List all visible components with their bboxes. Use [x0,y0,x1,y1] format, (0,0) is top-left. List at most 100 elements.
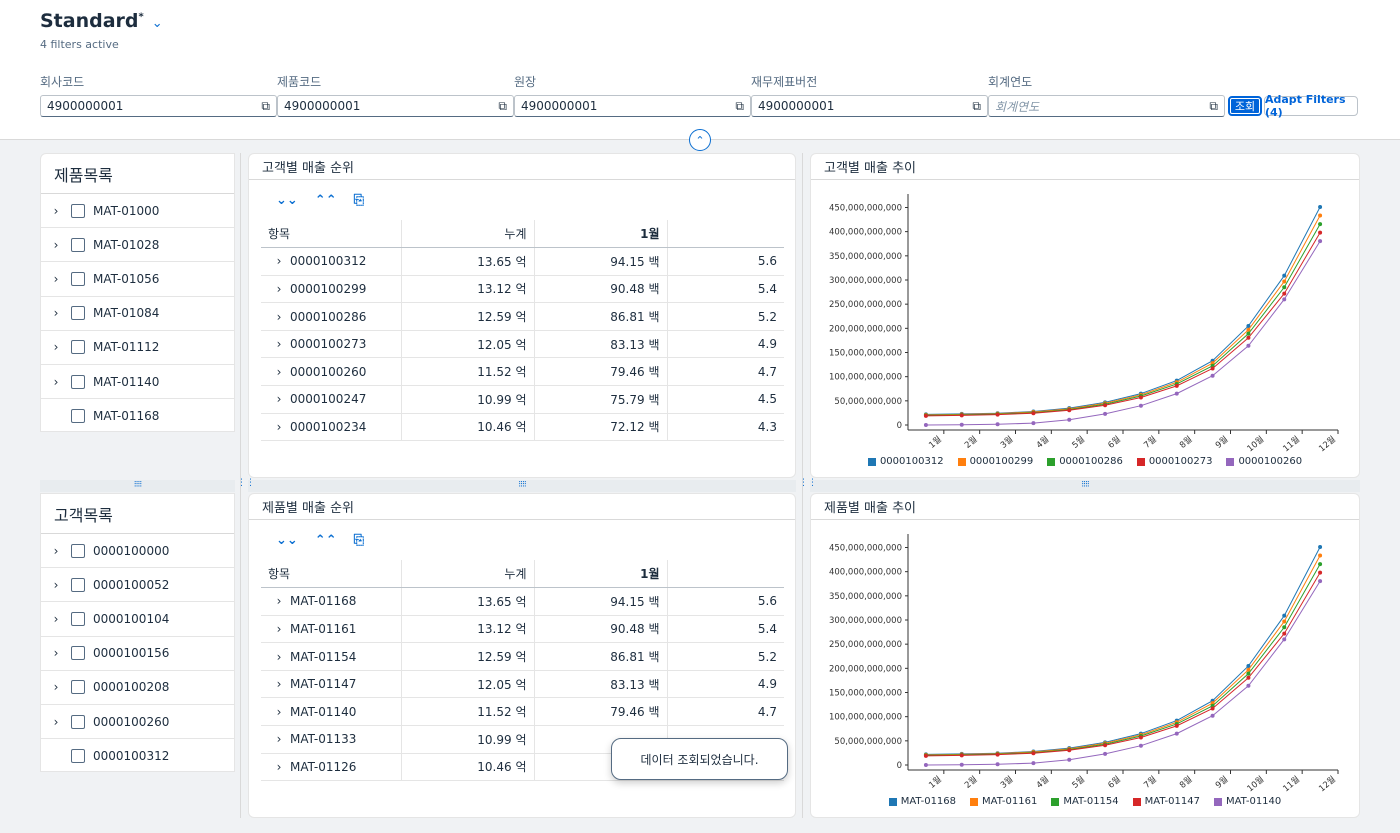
legend-item[interactable]: MAT-01147 [1132,796,1200,807]
table-row[interactable]: › MAT-01147 12.05 억 83.13 백 4.9 [261,670,784,699]
chevron-right-icon[interactable]: › [41,272,71,286]
chevron-right-icon[interactable]: › [268,677,290,691]
table-row[interactable]: › 0000100273 12.05 억 83.13 백 4.9 [261,330,784,359]
splitter-bar[interactable]: ⁝⁝⁝⁝ [40,480,235,492]
chevron-right-icon[interactable]: › [268,705,290,719]
chevron-right-icon[interactable]: › [41,306,71,320]
adapt-filters-button[interactable]: Adapt Filters (4) [1264,93,1358,119]
table-row[interactable]: › 0000100247 10.99 억 75.79 백 4.5 [261,385,784,414]
checkbox[interactable] [71,611,85,626]
legend-item[interactable]: MAT-01140 [1213,796,1281,807]
legend-item[interactable]: 0000100312 [867,456,944,467]
chevron-right-icon[interactable]: › [268,760,290,774]
chevron-right-icon[interactable]: › [268,650,290,664]
collapse-all-icon[interactable]: ⌃⌃ [315,533,337,548]
chevron-right-icon[interactable]: › [268,254,290,268]
chevron-right-icon[interactable]: › [41,238,71,252]
tree-item[interactable]: › MAT-01000 [41,194,234,229]
chevron-right-icon[interactable]: › [41,578,71,592]
chevron-right-icon[interactable]: › [41,715,71,729]
collapse-header-button[interactable]: ⌃ [689,129,711,151]
chevron-right-icon[interactable]: › [268,392,290,406]
fiscal-year-input[interactable]: 회계연도 ⧉ [988,95,1225,117]
checkbox[interactable] [71,408,85,423]
chevron-right-icon[interactable]: › [41,646,71,660]
tree-item[interactable]: › MAT-01056 [41,262,234,297]
legend-item[interactable]: 0000100299 [957,456,1033,467]
tree-item[interactable]: 0000100312 [41,739,234,771]
tree-item[interactable]: › 0000100156 [41,637,234,671]
chevron-right-icon[interactable]: › [268,622,290,636]
checkbox[interactable] [71,306,85,321]
value-help-icon[interactable]: ⧉ [261,99,270,114]
chevron-right-icon[interactable]: › [41,680,71,694]
export-icon[interactable]: ⎘ [354,193,364,208]
ledger-input[interactable]: 4900000001 ⧉ [514,95,751,117]
tree-item[interactable]: › MAT-01084 [41,297,234,331]
column-header-total[interactable]: 누계 [401,560,535,589]
table-row[interactable]: › 0000100260 11.52 억 79.46 백 4.7 [261,357,784,387]
legend-item[interactable]: 0000100260 [1226,456,1302,467]
company-code-input[interactable]: 4900000001 ⧉ [40,95,277,117]
legend-item[interactable]: 0000100286 [1047,456,1123,467]
table-row[interactable]: › MAT-01140 11.52 억 79.46 백 4.7 [261,697,784,727]
tree-item[interactable]: › 0000100104 [41,602,234,637]
column-header-month[interactable] [667,220,784,249]
value-help-icon[interactable]: ⧉ [1209,99,1218,114]
variant-title[interactable]: Standard* [40,10,144,32]
column-header-item[interactable]: 항목 [261,220,402,249]
checkbox[interactable] [71,680,85,695]
table-row[interactable]: › 0000100299 13.12 억 90.48 백 5.4 [261,275,784,304]
chevron-down-icon[interactable]: ⌄ [152,16,163,31]
chevron-right-icon[interactable]: › [41,204,71,218]
value-help-icon[interactable]: ⧉ [972,99,981,114]
chevron-right-icon[interactable]: › [268,337,290,351]
column-header-total[interactable]: 누계 [401,220,535,249]
checkbox[interactable] [71,714,85,729]
checkbox[interactable] [71,374,85,389]
checkbox[interactable] [71,237,85,252]
tree-item[interactable]: › 0000100052 [41,568,234,603]
chevron-right-icon[interactable]: › [41,544,71,558]
chevron-right-icon[interactable]: › [268,594,290,608]
column-header-month[interactable] [667,560,784,589]
checkbox[interactable] [71,203,85,218]
table-row[interactable]: › MAT-01161 13.12 억 90.48 백 5.4 [261,615,784,644]
table-row[interactable]: › MAT-01168 13.65 억 94.15 백 5.6 [261,587,784,616]
chevron-right-icon[interactable]: › [268,310,290,324]
value-help-icon[interactable]: ⧉ [735,99,744,114]
value-help-icon[interactable]: ⧉ [498,99,507,114]
chevron-right-icon[interactable]: › [41,340,71,354]
column-header-month[interactable]: 1월 [534,220,668,249]
fs-version-input[interactable]: 4900000001 ⧉ [751,95,988,117]
checkbox[interactable] [71,577,85,592]
tree-item[interactable]: › 0000100208 [41,671,234,705]
column-header-month[interactable]: 1월 [534,560,668,589]
chevron-right-icon[interactable]: › [41,375,71,389]
tree-item[interactable]: › MAT-01112 [41,331,234,365]
table-row[interactable]: › MAT-01154 12.59 억 86.81 백 5.2 [261,642,784,671]
expand-all-icon[interactable]: ⌄⌄ [276,533,298,548]
chevron-right-icon[interactable]: › [268,732,290,746]
collapse-all-icon[interactable]: ⌃⌃ [315,193,337,208]
tree-item[interactable]: MAT-01168 [41,399,234,431]
chevron-right-icon[interactable]: › [268,282,290,296]
tree-item[interactable]: › 0000100000 [41,534,234,569]
legend-item[interactable]: MAT-01168 [888,796,956,807]
chevron-right-icon[interactable]: › [268,420,290,434]
splitter-bar[interactable]: ⁝⁝⁝⁝ [248,480,796,492]
checkbox[interactable] [71,340,85,355]
export-icon[interactable]: ⎘ [354,533,364,548]
chevron-right-icon[interactable]: › [268,365,290,379]
legend-item[interactable]: 0000100273 [1136,456,1212,467]
checkbox[interactable] [71,543,85,558]
checkbox[interactable] [71,271,85,286]
expand-all-icon[interactable]: ⌄⌄ [276,193,298,208]
legend-item[interactable]: MAT-01154 [1051,796,1119,807]
legend-item[interactable]: MAT-01161 [970,796,1037,807]
chevron-right-icon[interactable]: › [41,612,71,626]
column-header-item[interactable]: 항목 [261,560,402,589]
table-row[interactable]: › 0000100234 10.46 억 72.12 백 4.3 [261,413,784,442]
table-row[interactable]: › 0000100286 12.59 억 86.81 백 5.2 [261,302,784,331]
tree-item[interactable]: › MAT-01028 [41,228,234,263]
